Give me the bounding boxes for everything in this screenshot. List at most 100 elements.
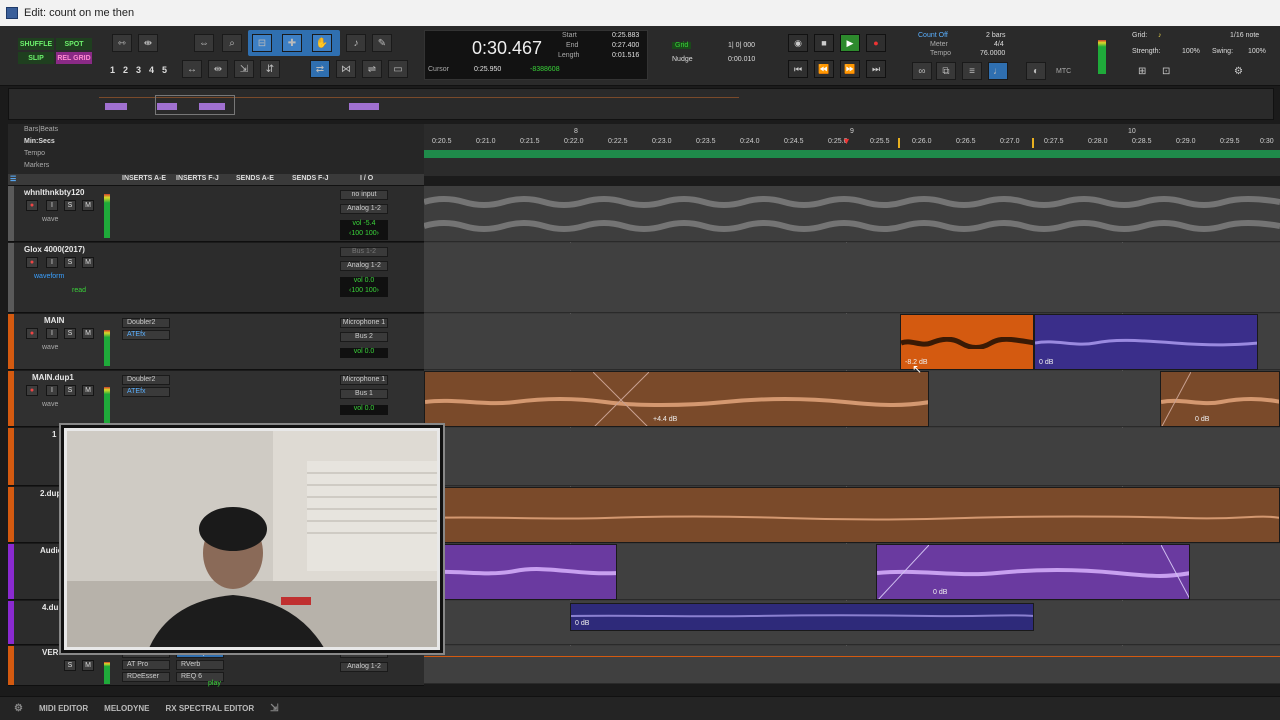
track-name[interactable]: 4.dup	[42, 603, 63, 612]
nudge-left-icon[interactable]: ↔	[182, 60, 202, 78]
track-lane-main-dup1[interactable]: +4.4 dB 0 dB	[424, 371, 1280, 427]
nudge-label[interactable]: Nudge	[672, 56, 693, 63]
swing-value[interactable]: 100%	[1248, 48, 1266, 55]
input-monitor-button[interactable]: I	[46, 385, 58, 396]
ruler-min-secs-label[interactable]: Min:Secs	[24, 138, 55, 145]
solo-button[interactable]: S	[64, 660, 76, 671]
clip-gain-label[interactable]: 0 dB	[1039, 359, 1053, 366]
grid-mode-button[interactable]: REL GRID	[56, 52, 92, 64]
track-name[interactable]: Glox 4000(2017)	[24, 245, 85, 254]
track-name[interactable]: 1	[52, 430, 56, 439]
track-name[interactable]: MAIN.dup1	[32, 373, 74, 382]
audio-clip[interactable]: +4.4 dB	[424, 371, 929, 427]
automation-mode[interactable]: play	[208, 680, 221, 687]
show-hide-icon[interactable]: ☰	[10, 175, 16, 183]
grid-value[interactable]: 1| 0| 000	[728, 42, 755, 49]
solo-button[interactable]: S	[64, 200, 76, 211]
start-value[interactable]: 0:25.883	[612, 32, 639, 39]
insert-slot[interactable]: ATEfx	[122, 330, 170, 340]
output-selector[interactable]: Analog 1-2	[340, 662, 388, 672]
online-icon[interactable]: ◉	[788, 34, 808, 52]
volume-readout[interactable]: vol 0.0	[340, 405, 388, 415]
selection-start-marker[interactable]	[898, 138, 900, 148]
output-selector[interactable]: Bus 1	[340, 389, 388, 399]
tab-to-transient-icon[interactable]: ⋈	[336, 60, 356, 78]
zoom-in-horizontal-icon[interactable]: ⇼	[138, 34, 158, 52]
volume-readout[interactable]: vol 0.0	[340, 348, 388, 358]
track-lane-verse[interactable]	[424, 646, 1280, 684]
output-selector[interactable]: Analog 1-2	[340, 261, 388, 271]
clip-gain-label[interactable]: 0 dB	[1195, 416, 1209, 423]
settings-icon[interactable]: ⚙	[14, 703, 23, 714]
pre-roll-icon[interactable]: ≡	[962, 62, 982, 80]
track-header-glox[interactable]: Glox 4000(2017) ● I S M waveform read Bu…	[8, 243, 424, 313]
input-selector[interactable]: no input	[340, 190, 388, 200]
grabber-tool-icon[interactable]: ✋	[312, 34, 332, 52]
mute-button[interactable]: M	[82, 328, 94, 339]
record-enable-icon[interactable]: ●	[26, 385, 38, 396]
timeline-ruler[interactable]: 8 9 10 0:20.5 0:21.0 0:21.5 0:22.0 0:22.…	[424, 124, 1280, 176]
slip-mode-button[interactable]: SLIP	[18, 52, 54, 64]
tempo-value[interactable]: 76.0000	[980, 50, 1005, 57]
track-header-main-dup1[interactable]: MAIN.dup1 ● I S M wave Doubler2 ATEfx Mi…	[8, 371, 424, 427]
selection-end-marker[interactable]	[1032, 138, 1034, 148]
go-to-end-icon[interactable]: ⏭	[866, 60, 886, 78]
strength-value[interactable]: 100%	[1182, 48, 1200, 55]
expand-icon[interactable]: ⇲	[270, 703, 278, 714]
trim-icon[interactable]: ⇹	[208, 60, 228, 78]
return-to-zero-icon[interactable]: ⏮	[788, 60, 808, 78]
grid-settings-value[interactable]: 1/16 note	[1230, 32, 1259, 39]
quantize-icon[interactable]: ⊞	[1138, 66, 1146, 77]
ruler-bars-beats-label[interactable]: Bars|Beats	[24, 126, 58, 133]
meter-value[interactable]: 4/4	[994, 41, 1004, 48]
ruler-tempo-label[interactable]: Tempo	[24, 150, 45, 157]
zoom-preset-4[interactable]: 4	[149, 65, 154, 75]
mute-button[interactable]: M	[82, 200, 94, 211]
clip-gain-label[interactable]: 0 dB	[575, 620, 589, 627]
track-header-main[interactable]: MAIN ● I S M wave Doubler2 ATEfx Microph…	[8, 314, 424, 370]
trim-tool-icon[interactable]: ⊟	[252, 34, 272, 52]
track-lane-1[interactable]	[424, 428, 1280, 486]
solo-button[interactable]: S	[64, 385, 76, 396]
track-header-whnlthnkbty120[interactable]: whnlthnkbty120 ● I S M wave no input Ana…	[8, 186, 424, 242]
scrubber-tool-icon[interactable]: ♪	[346, 34, 366, 52]
end-value[interactable]: 0:27.400	[612, 42, 639, 49]
zoom-icon[interactable]: ⊡	[1162, 66, 1170, 77]
edit-window-tracks[interactable]: -8.2 dB 0 dB +4.4 dB 0 dB 0 dB 0 dB ↖	[424, 186, 1280, 684]
input-selector[interactable]: Microphone 1	[340, 318, 388, 328]
grid-label[interactable]: Grid	[672, 42, 692, 49]
volume-readout[interactable]: vol 0.0	[340, 277, 388, 287]
sync-icon[interactable]: ◐	[1026, 62, 1046, 80]
shuffle-mode-button[interactable]: SHUFFLE	[18, 38, 54, 50]
zoom-preset-3[interactable]: 3	[136, 65, 141, 75]
zoom-preset-2[interactable]: 2	[123, 65, 128, 75]
play-button-icon[interactable]: ▶	[840, 34, 860, 52]
audio-clip[interactable]: 0 dB	[1160, 371, 1280, 427]
input-monitor-button[interactable]: I	[46, 200, 58, 211]
tab-rx-spectral-editor[interactable]: RX SPECTRAL EDITOR	[166, 704, 255, 713]
record-button-icon[interactable]: ●	[866, 34, 886, 52]
input-monitor-button[interactable]: I	[46, 328, 58, 339]
output-selector[interactable]: Analog 1-2	[340, 204, 388, 214]
metronome-icon[interactable]: ♩	[988, 62, 1008, 80]
automation-mode[interactable]: read	[72, 287, 86, 294]
zoom-preset-1[interactable]: 1	[110, 65, 115, 75]
main-counter[interactable]: 0:30.467	[472, 38, 542, 59]
record-enable-icon[interactable]: ●	[26, 328, 38, 339]
input-selector[interactable]: Bus 1-2	[340, 247, 388, 257]
pan-readout[interactable]: ‹100 100›	[340, 287, 388, 297]
grabber-icon[interactable]: ⇵	[260, 60, 280, 78]
volume-automation-line[interactable]	[424, 656, 1280, 657]
audio-clip[interactable]: 0 dB	[1034, 314, 1258, 370]
pan-readout[interactable]: ‹100 100›	[340, 230, 388, 240]
solo-button[interactable]: S	[64, 257, 76, 268]
insert-slot[interactable]: AT Pro	[122, 660, 170, 670]
mute-button[interactable]: M	[82, 257, 94, 268]
zoom-preset-5[interactable]: 5	[162, 65, 167, 75]
mute-button[interactable]: M	[82, 660, 94, 671]
selector-tool-icon[interactable]: ✚	[282, 34, 302, 52]
track-name[interactable]: whnlthnkbty120	[24, 188, 84, 197]
audio-clip[interactable]	[424, 544, 617, 600]
track-view-mode[interactable]: waveform	[34, 273, 64, 280]
rewind-icon[interactable]: ⏪	[814, 60, 834, 78]
